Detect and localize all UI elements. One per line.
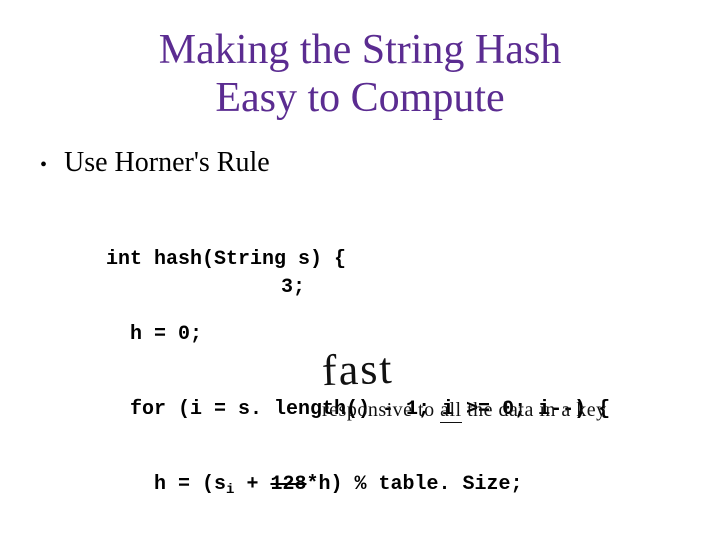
code-frag-4a: h = (s bbox=[106, 473, 226, 496]
code-line-4: h = (si + 128*h) % table. Size; bbox=[106, 472, 680, 497]
code-struck-128: 128 bbox=[270, 473, 306, 496]
handwriting-responsive: responsive to all the data in a key bbox=[322, 398, 607, 422]
title-line-1: Making the String Hash bbox=[159, 27, 561, 73]
hand-resp-post: the data in a key bbox=[462, 399, 607, 421]
code-subscript-i: i bbox=[226, 482, 234, 498]
code-line-2: h = 0; bbox=[106, 322, 680, 347]
code-frag-4b: + bbox=[234, 473, 270, 496]
bullet-dot-icon: • bbox=[40, 151, 64, 179]
code-overlay-3: 3; bbox=[281, 275, 305, 300]
bullet-text-1: Use Horner's Rule bbox=[64, 147, 680, 179]
code-frag-4c: *h) % table. Size; bbox=[306, 473, 522, 496]
hand-resp-underline-all: all bbox=[440, 399, 462, 423]
bullet-item-1: • Use Horner's Rule bbox=[40, 147, 680, 179]
slide: Making the String Hash Easy to Compute •… bbox=[0, 0, 720, 540]
slide-title: Making the String Hash Easy to Compute bbox=[40, 26, 680, 123]
hand-resp-pre: responsive to bbox=[322, 399, 440, 421]
code-line-1: int hash(String s) { bbox=[106, 247, 680, 272]
title-line-2: Easy to Compute bbox=[215, 75, 504, 121]
handwriting-fast: fast bbox=[321, 347, 394, 393]
